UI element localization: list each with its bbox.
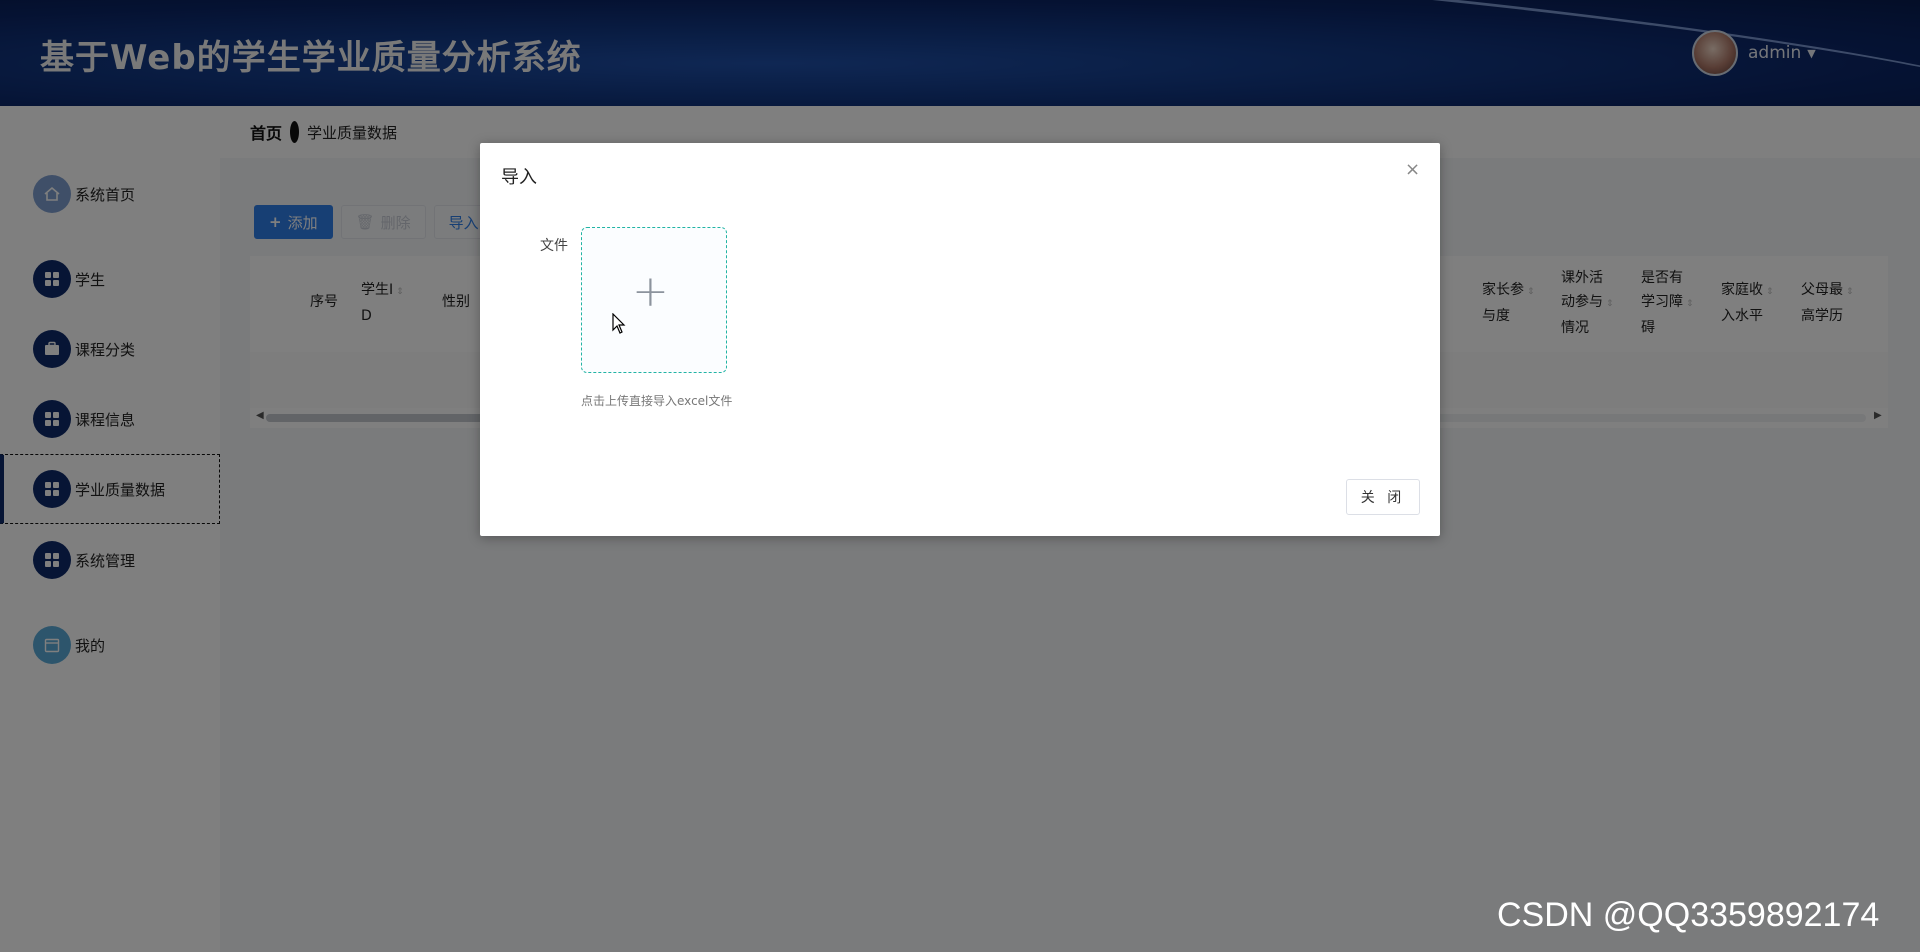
close-button[interactable]: 关 闭 [1346,479,1420,515]
import-dialog: 导入 × 文件 + 点击上传直接导入excel文件 关 闭 [480,143,1440,536]
close-icon[interactable]: × [1405,159,1420,180]
upload-dropzone[interactable]: + [581,227,727,373]
file-label: 文件 [540,238,568,254]
dialog-title: 导入 [501,167,537,188]
watermark: CSDN @QQ3359892174 [1497,896,1880,934]
plus-icon: + [632,266,669,317]
mouse-cursor-icon [612,312,626,339]
upload-tip: 点击上传直接导入excel文件 [581,394,733,408]
